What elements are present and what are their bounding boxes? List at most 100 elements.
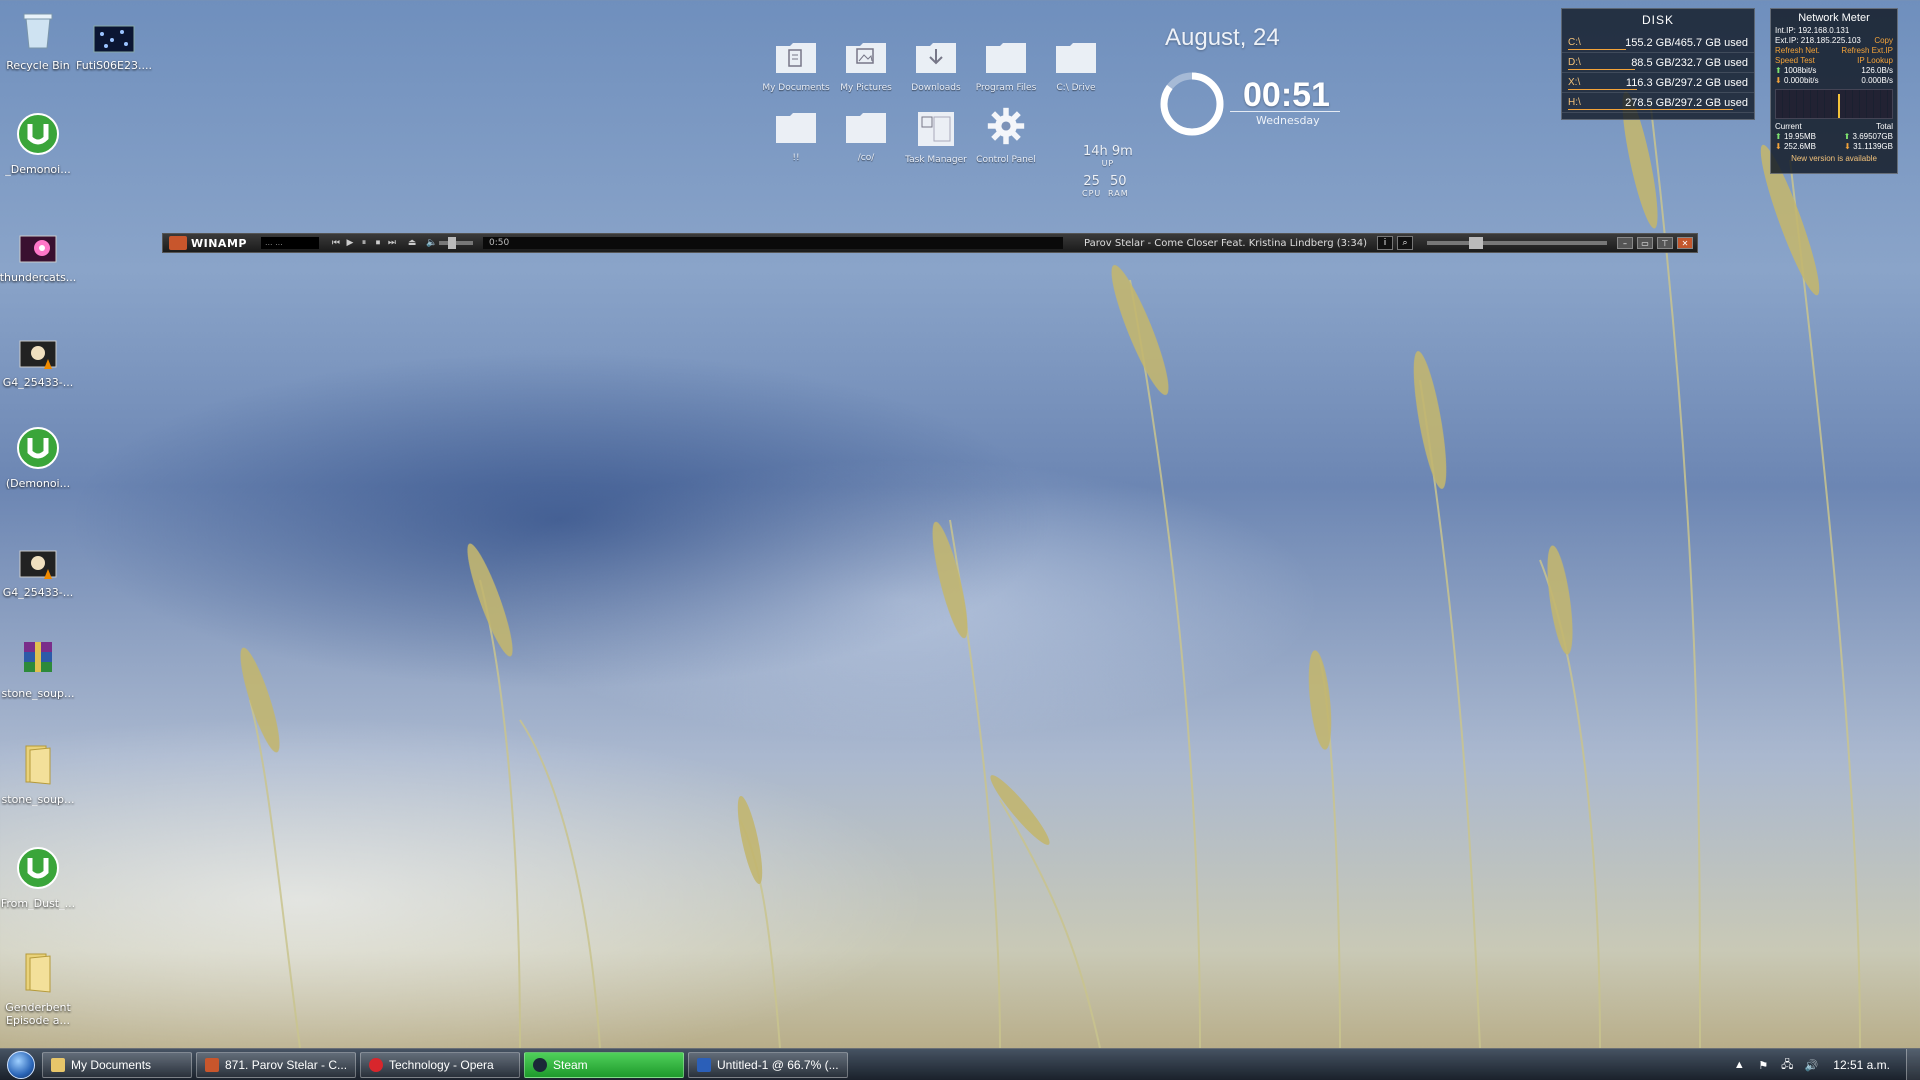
recycle-bin-icon — [23, 13, 53, 49]
launcher-my-documents[interactable]: My Documents — [757, 42, 835, 93]
elapsed-time: 0:50 — [488, 238, 510, 248]
refresh-net-link[interactable]: Refresh Net. — [1775, 46, 1820, 56]
folder-icon — [25, 745, 51, 785]
taskbar-item-photoshop[interactable]: Untitled-1 @ 66.7% (... — [688, 1051, 848, 1078]
eject-button[interactable]: ⏏ — [405, 236, 419, 250]
program-files-folder-icon — [986, 43, 1026, 73]
taskbar-item-label: My Documents — [71, 1057, 152, 1072]
desktop-icon-utorrent-1[interactable]: _Demonoi... — [0, 112, 78, 176]
desktop-icon-winrar-archive[interactable]: stone_soup... — [0, 636, 78, 700]
seek-bar[interactable]: 0:50 — [482, 237, 1063, 249]
close-button[interactable]: ✕ — [1677, 237, 1693, 249]
clock-divider — [1230, 111, 1340, 112]
gear-icon — [987, 107, 1025, 145]
action-center-flag-icon[interactable]: ⚑ — [1755, 1059, 1771, 1072]
drive-usage: 155.2 GB/465.7 GB used — [1625, 36, 1748, 49]
tray-expand-icon[interactable]: ▲ — [1731, 1059, 1747, 1071]
volume-knob[interactable] — [448, 237, 457, 249]
drive-usage-bar — [1568, 109, 1734, 110]
desktop-icon-vlc-video-2[interactable]: G4_25433-... — [0, 543, 78, 599]
desktop-icon-utorrent-3[interactable]: From_Dust_... — [0, 846, 78, 910]
show-desktop-button[interactable] — [1906, 1049, 1920, 1080]
vlc-video-icon — [19, 340, 57, 369]
network-graph — [1775, 89, 1893, 119]
minimize-button[interactable]: – — [1617, 237, 1633, 249]
speed-test-link[interactable]: Speed Test — [1775, 56, 1815, 66]
network-meter-title: Network Meter — [1798, 12, 1870, 24]
launcher-label: Control Panel — [976, 155, 1036, 165]
clock-time: 00:51 — [1243, 76, 1330, 114]
desktop-icon-image-file[interactable]: thundercats... — [0, 228, 78, 284]
launcher-folder-co[interactable]: /co/ — [827, 112, 905, 163]
total-upload: 3.69507GB — [1852, 132, 1893, 141]
steam-icon — [533, 1057, 547, 1072]
search-icon[interactable]: ⌕ — [1397, 236, 1413, 250]
refresh-ext-ip-link[interactable]: Refresh Ext.IP — [1841, 46, 1893, 56]
taskbar-item-steam[interactable]: Steam — [524, 1051, 684, 1078]
cpu-label: CPU — [1082, 189, 1102, 198]
cpu-readout: 25 CPU — [1082, 174, 1101, 198]
launcher-c-drive[interactable]: C:\ Drive — [1037, 42, 1115, 93]
winamp-logo-icon[interactable] — [169, 236, 187, 250]
launcher-task-manager[interactable]: Task Manager — [897, 108, 975, 165]
pause-button[interactable]: ⏸ — [357, 236, 371, 250]
c-drive-folder-icon — [1056, 43, 1096, 73]
winamp-visualizer[interactable]: ... ... — [260, 237, 319, 249]
desktop-icon-recycle-bin[interactable]: Recycle Bin — [0, 8, 78, 72]
disk-row[interactable]: H:\ 278.5 GB/297.2 GB used — [1562, 93, 1754, 113]
start-button[interactable] — [0, 1049, 42, 1080]
current-label: Current — [1775, 122, 1802, 131]
launcher-program-files[interactable]: Program Files — [967, 42, 1045, 93]
balance-slider[interactable] — [1427, 237, 1607, 249]
shade-button[interactable]: ▭ — [1637, 237, 1653, 249]
info-button[interactable]: i — [1377, 236, 1393, 250]
desktop-icon-label: Genderbent — [5, 1001, 71, 1014]
desktop-icon-video-file[interactable]: FutiS06E23.... — [74, 20, 154, 72]
drive-letter: C:\ — [1568, 37, 1581, 48]
desktop-icon-label: G4_25433-... — [2, 376, 74, 389]
drive-letter: D:\ — [1568, 57, 1581, 68]
network-icon[interactable]: 🖧 — [1779, 1056, 1795, 1075]
pin-button[interactable]: ⊤ — [1657, 237, 1673, 249]
ip-lookup-link[interactable]: IP Lookup — [1857, 56, 1893, 66]
launcher-control-panel[interactable]: Control Panel — [967, 106, 1045, 165]
prev-track-button[interactable]: ⏮ — [329, 236, 343, 250]
volume-icon[interactable]: 🔈 — [425, 236, 439, 250]
taskbar-item-winamp[interactable]: 871. Parov Stelar - C... — [196, 1051, 356, 1078]
winamp-volume-slider[interactable] — [438, 237, 473, 249]
next-track-button[interactable]: ⏭ — [385, 236, 399, 250]
desktop-icon-folder-genderbent[interactable]: Genderbent Episode a... — [0, 950, 78, 1027]
desktop-icon-label: stone_soup... — [1, 687, 75, 700]
taskbar-item-opera[interactable]: Technology - Opera — [360, 1051, 520, 1078]
volume-icon[interactable]: 🔊 — [1803, 1059, 1819, 1072]
stop-button[interactable]: ⏹ — [371, 236, 385, 250]
opera-icon — [369, 1057, 383, 1072]
current-download: 252.6MB — [1783, 142, 1816, 151]
launcher-folder-exclaim[interactable]: !! — [757, 112, 835, 163]
launcher-my-pictures[interactable]: My Pictures — [827, 42, 905, 93]
disk-widget: DISK C:\ 155.2 GB/465.7 GB used D:\ 88.5… — [1561, 8, 1755, 120]
update-notice[interactable]: New version is available — [1775, 154, 1893, 163]
cpu-value: 25 — [1083, 174, 1100, 189]
uptime-readout: 14h 9m UP — [1083, 144, 1133, 168]
pictures-folder-icon — [846, 43, 886, 73]
launcher-label: Program Files — [975, 83, 1037, 93]
taskbar-item-my-documents[interactable]: My Documents — [42, 1051, 192, 1078]
tray-clock[interactable]: 12:51 a.m. — [1833, 1058, 1890, 1072]
disk-row[interactable]: D:\ 88.5 GB/232.7 GB used — [1562, 53, 1754, 73]
balance-knob[interactable] — [1469, 237, 1483, 249]
desktop-icon-folder-stone-soup[interactable]: stone_soup... — [0, 742, 78, 806]
disk-row[interactable]: C:\ 155.2 GB/465.7 GB used — [1562, 33, 1754, 53]
winamp-title: WINAMP — [191, 236, 247, 250]
launcher-label: My Documents — [762, 83, 830, 93]
desktop-icon-utorrent-2[interactable]: (Demonoi... — [0, 426, 78, 490]
download-arrow-icon: ⬇ — [1775, 76, 1782, 85]
play-button[interactable]: ▶ — [343, 236, 357, 250]
desktop-icon-vlc-video-1[interactable]: G4_25433-... — [0, 333, 78, 389]
desktop-icon-label: _Demonoi... — [5, 163, 71, 176]
copy-link[interactable]: Copy — [1874, 36, 1893, 46]
launcher-downloads[interactable]: Downloads — [897, 42, 975, 93]
ram-value: 50 — [1110, 174, 1127, 189]
documents-folder-icon — [776, 43, 816, 73]
disk-row[interactable]: X:\ 116.3 GB/297.2 GB used — [1562, 73, 1754, 93]
